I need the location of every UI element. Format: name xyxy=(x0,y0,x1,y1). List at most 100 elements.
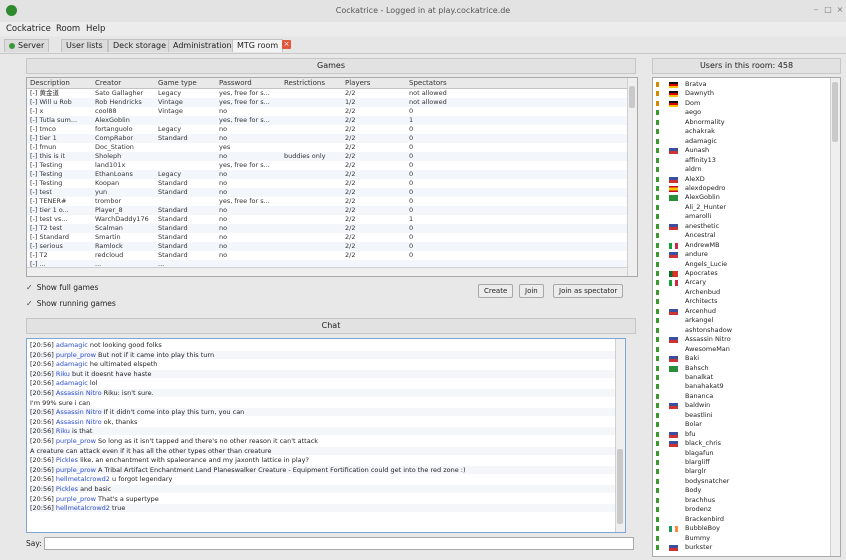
game-row[interactable]: [-] this is it Sholeph no buddies only 2/2 0 xyxy=(27,152,627,161)
game-row[interactable]: [-] T2 redcloud Standard no 2/2 0 xyxy=(27,251,627,260)
user-list-item[interactable]: aldrn xyxy=(653,165,829,174)
game-row[interactable]: [-] test yun Standard no 2/2 0 xyxy=(27,188,627,197)
games-scroll-thumb[interactable] xyxy=(629,86,635,108)
game-row[interactable]: [-] Standard Smartin Standard no 2/2 0 xyxy=(27,233,627,242)
user-list-item[interactable]: Architects xyxy=(653,297,829,306)
tab-mtg-room[interactable]: MTG room xyxy=(232,39,284,52)
user-list-item[interactable]: Bolar xyxy=(653,420,829,429)
chat-username[interactable]: Riku xyxy=(56,370,70,378)
user-list-item[interactable]: achakrak xyxy=(653,127,829,136)
show-running-games-checkbox[interactable]: ✓ Show running games xyxy=(26,298,116,310)
game-row[interactable]: [-] x cool88 Vintage no 2/2 0 xyxy=(27,107,627,116)
menu-cockatrice[interactable]: Cockatrice xyxy=(6,24,51,34)
user-list-item[interactable]: baldwin xyxy=(653,401,829,410)
create-button[interactable]: Create xyxy=(478,284,514,298)
game-row[interactable]: [-] Testing land101x yes, free for s... 2/2… xyxy=(27,161,627,170)
col-password[interactable]: Password xyxy=(219,79,252,87)
users-scroll-thumb[interactable] xyxy=(832,82,838,142)
chat-username[interactable]: hellmetalcrowd2 xyxy=(56,504,110,512)
chat-vertical-scrollbar[interactable] xyxy=(615,339,625,532)
user-list-item[interactable]: Dom xyxy=(653,99,829,108)
user-list-item[interactable]: Apocrates xyxy=(653,269,829,278)
game-row[interactable]: [-] tier 1 o... Player_8 Standard no 2/2 0 xyxy=(27,206,627,215)
user-list-item[interactable]: Aunash xyxy=(653,146,829,155)
game-row[interactable]: [-] tier 1 CompRabor Standard no 2/2 0 xyxy=(27,134,627,143)
close-window-button[interactable]: × xyxy=(836,6,844,14)
game-row[interactable]: [-] 黄金道 Sato Gallagher Legacy yes, free for… xyxy=(27,89,627,98)
chat-username[interactable]: Assassin Nitro xyxy=(56,389,102,397)
join-as-spectator-button[interactable]: Join as spectator xyxy=(553,284,624,298)
chat-username[interactable]: adamagic xyxy=(56,360,88,368)
col-game-type[interactable]: Game type xyxy=(158,79,197,87)
col-restrictions[interactable]: Restrictions xyxy=(284,79,325,87)
user-list-item[interactable]: Bahsch xyxy=(653,364,829,373)
chat-username[interactable]: purple_prow xyxy=(56,466,96,474)
user-list-item[interactable]: blarglr xyxy=(653,467,829,476)
game-row[interactable]: [-] Tutla sum... AlexGoblin yes, free for … xyxy=(27,116,627,125)
user-list-item[interactable]: Archenbud xyxy=(653,288,829,297)
chat-username[interactable]: adamagic xyxy=(56,379,88,387)
chat-username[interactable]: purple_prow xyxy=(56,351,96,359)
user-list-item[interactable]: Bummy xyxy=(653,534,829,543)
chat-username[interactable]: purple_prow xyxy=(56,495,96,503)
join-button[interactable]: Join xyxy=(519,284,544,298)
user-list-item[interactable]: Angels_Lucie xyxy=(653,260,829,269)
user-list-item[interactable]: andure xyxy=(653,250,829,259)
col-players[interactable]: Players xyxy=(345,79,370,87)
chat-username[interactable]: Pickles xyxy=(56,485,78,493)
user-list-item[interactable]: Bananca xyxy=(653,392,829,401)
chat-username[interactable]: adamagic xyxy=(56,341,88,349)
user-list-item[interactable]: arkangel xyxy=(653,316,829,325)
chat-username[interactable]: Pickles xyxy=(56,456,78,464)
user-list-item[interactable]: amarolli xyxy=(653,212,829,221)
menu-room[interactable]: Room xyxy=(56,24,80,34)
user-list-item[interactable]: bodysnatcher xyxy=(653,477,829,486)
user-list-item[interactable]: Assassin Nitro xyxy=(653,335,829,344)
chat-scroll-thumb[interactable] xyxy=(617,449,623,524)
user-list-item[interactable]: brodenz xyxy=(653,505,829,514)
user-list-item[interactable]: Body xyxy=(653,486,829,495)
user-list-item[interactable]: ashtonshadow xyxy=(653,326,829,335)
user-list-item[interactable]: adamagic xyxy=(653,137,829,146)
user-list-item[interactable]: Dawnyth xyxy=(653,89,829,98)
games-vertical-scrollbar[interactable] xyxy=(627,78,637,276)
user-list-item[interactable]: Baki xyxy=(653,354,829,363)
user-list-item[interactable]: Arcary xyxy=(653,278,829,287)
game-row[interactable]: [-] serious Ramlock Standard no 2/2 0 xyxy=(27,242,627,251)
game-row[interactable]: [-] test vs... WarchDaddy176 Standard no 2/2… xyxy=(27,215,627,224)
user-list-item[interactable]: AwesomeMan xyxy=(653,345,829,354)
maximize-button[interactable]: □ xyxy=(824,6,832,14)
menu-help[interactable]: Help xyxy=(86,24,105,34)
user-list-item[interactable]: black_chris xyxy=(653,439,829,448)
say-input[interactable] xyxy=(44,537,634,550)
user-list-item[interactable]: Ali_2_Hunter xyxy=(653,203,829,212)
tab-administration[interactable]: Administration xyxy=(168,39,237,52)
game-row[interactable]: [-] fmun Doc_Station yes 2/2 0 xyxy=(27,143,627,152)
game-row[interactable]: [-] Testing EthanLoans Legacy no 2/2 0 xyxy=(27,170,627,179)
user-list-item[interactable]: affinity13 xyxy=(653,156,829,165)
chat-username[interactable]: Riku xyxy=(56,427,70,435)
col-description[interactable]: Description xyxy=(30,79,70,87)
user-list-item[interactable]: banahakat9 xyxy=(653,382,829,391)
user-list-item[interactable]: anesthetic xyxy=(653,222,829,231)
chat-username[interactable]: Assassin Nitro xyxy=(56,418,102,426)
user-list-item[interactable]: AndrewMB xyxy=(653,241,829,250)
user-list-item[interactable]: Ancestral xyxy=(653,231,829,240)
chat-username[interactable]: purple_prow xyxy=(56,437,96,445)
user-list-item[interactable]: blargliff xyxy=(653,458,829,467)
user-list-item[interactable]: Abnormality xyxy=(653,118,829,127)
col-spectators[interactable]: Spectators xyxy=(409,79,447,87)
user-list-item[interactable]: burkster xyxy=(653,543,829,552)
user-list-item[interactable]: AleXD xyxy=(653,175,829,184)
user-list-item[interactable]: brachhus xyxy=(653,496,829,505)
game-row[interactable]: [-] tmco fortanguolo Legacy no 2/2 0 xyxy=(27,125,627,134)
users-vertical-scrollbar[interactable] xyxy=(830,78,840,556)
close-tab-icon[interactable]: × xyxy=(282,40,291,49)
tab-deck-storage[interactable]: Deck storage xyxy=(108,39,172,52)
chat-username[interactable]: hellmetalcrowd2 xyxy=(56,475,110,483)
col-creator[interactable]: Creator xyxy=(95,79,121,87)
user-list-item[interactable]: BubbleBoy xyxy=(653,524,829,533)
user-list-item[interactable]: banalkat xyxy=(653,373,829,382)
game-row[interactable]: [-] Testing Koopan Standard no 2/2 0 xyxy=(27,179,627,188)
game-row[interactable]: [-] TENER# trombor yes, free for s... 2/2 0 xyxy=(27,197,627,206)
